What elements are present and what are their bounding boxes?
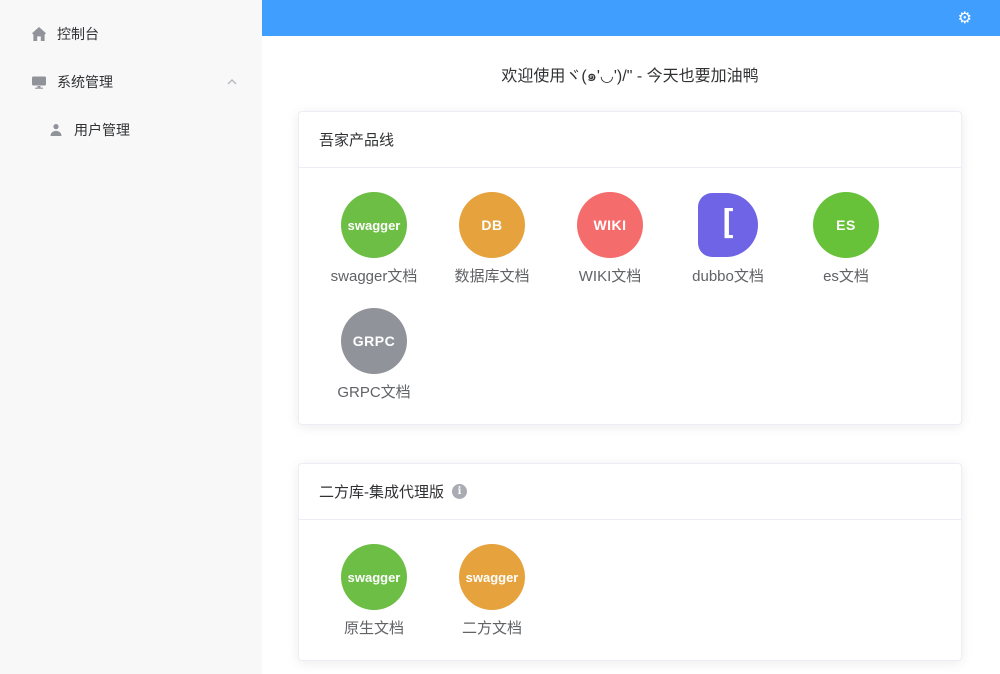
product-item[interactable]: swagger 二方文档 — [437, 544, 547, 638]
card-title: 二方库-集成代理版 — [319, 481, 444, 502]
product-label: 数据库文档 — [454, 265, 529, 286]
welcome-message: 欢迎使用ヾ(๑'◡')/" - 今天也要加油鸭 — [298, 62, 962, 89]
product-badge-icon[interactable]: swagger — [341, 544, 407, 610]
monitor-icon — [31, 74, 47, 90]
product-badge-icon[interactable]: DB — [459, 192, 525, 258]
product-item[interactable]: ES es文档 — [791, 192, 901, 286]
product-label: 二方文档 — [462, 617, 522, 638]
product-label: es文档 — [823, 265, 869, 286]
sidebar-item-user-management[interactable]: 用户管理 — [0, 106, 262, 154]
settings-gear-icon[interactable]: ⚙ — [958, 10, 972, 26]
product-label: dubbo文档 — [692, 265, 764, 286]
card-title: 吾家产品线 — [319, 129, 394, 150]
product-badge-icon[interactable]: [ — [698, 193, 758, 257]
product-item[interactable]: WIKI WIKI文档 — [555, 192, 665, 286]
main-area: ⚙ 欢迎使用ヾ(๑'◡')/" - 今天也要加油鸭 吾家产品线 swagger … — [262, 0, 1000, 674]
sidebar: 控制台 系统管理 用户管理 — [0, 0, 262, 674]
home-icon — [31, 26, 47, 42]
product-item[interactable]: swagger 原生文档 — [319, 544, 429, 638]
product-item[interactable]: [ dubbo文档 — [673, 192, 783, 286]
sidebar-item-label: 控制台 — [57, 24, 99, 44]
info-icon[interactable]: i — [452, 484, 467, 499]
sidebar-item-label: 用户管理 — [74, 120, 130, 140]
product-label: GRPC文档 — [337, 381, 410, 402]
product-badge-icon[interactable]: swagger — [341, 192, 407, 258]
content-area: 欢迎使用ヾ(๑'◡')/" - 今天也要加油鸭 吾家产品线 swagger sw… — [262, 36, 1000, 674]
card-second-party-lib: 二方库-集成代理版 i swagger 原生文档 swagger 二方文档 — [298, 463, 962, 661]
sidebar-item-system-management[interactable]: 系统管理 — [0, 58, 262, 106]
product-item[interactable]: GRPC GRPC文档 — [319, 308, 429, 402]
product-badge-icon[interactable]: WIKI — [577, 192, 643, 258]
product-badge-icon[interactable]: ES — [813, 192, 879, 258]
app-window: 控制台 系统管理 用户管理 ⚙ 欢迎使用ヾ(๑'◡')/" — [0, 0, 1000, 674]
product-label: 原生文档 — [344, 617, 404, 638]
sidebar-item-console[interactable]: 控制台 — [0, 10, 262, 58]
product-item[interactable]: swagger swagger文档 — [319, 192, 429, 286]
top-header: ⚙ — [262, 0, 1000, 36]
product-label: swagger文档 — [331, 265, 418, 286]
product-label: WIKI文档 — [579, 265, 642, 286]
chevron-up-icon — [226, 76, 238, 88]
card-body: swagger 原生文档 swagger 二方文档 — [299, 520, 961, 660]
product-badge-icon[interactable]: swagger — [459, 544, 525, 610]
product-badge-icon[interactable]: GRPC — [341, 308, 407, 374]
card-header: 二方库-集成代理版 i — [299, 464, 961, 520]
card-header: 吾家产品线 — [299, 112, 961, 168]
card-body: swagger swagger文档 DB 数据库文档 WIKI WIKI文档 [… — [299, 168, 961, 424]
product-item[interactable]: DB 数据库文档 — [437, 192, 547, 286]
card-product-line: 吾家产品线 swagger swagger文档 DB 数据库文档 WIKI WI… — [298, 111, 962, 425]
user-icon — [48, 122, 64, 138]
sidebar-item-label: 系统管理 — [57, 72, 113, 92]
